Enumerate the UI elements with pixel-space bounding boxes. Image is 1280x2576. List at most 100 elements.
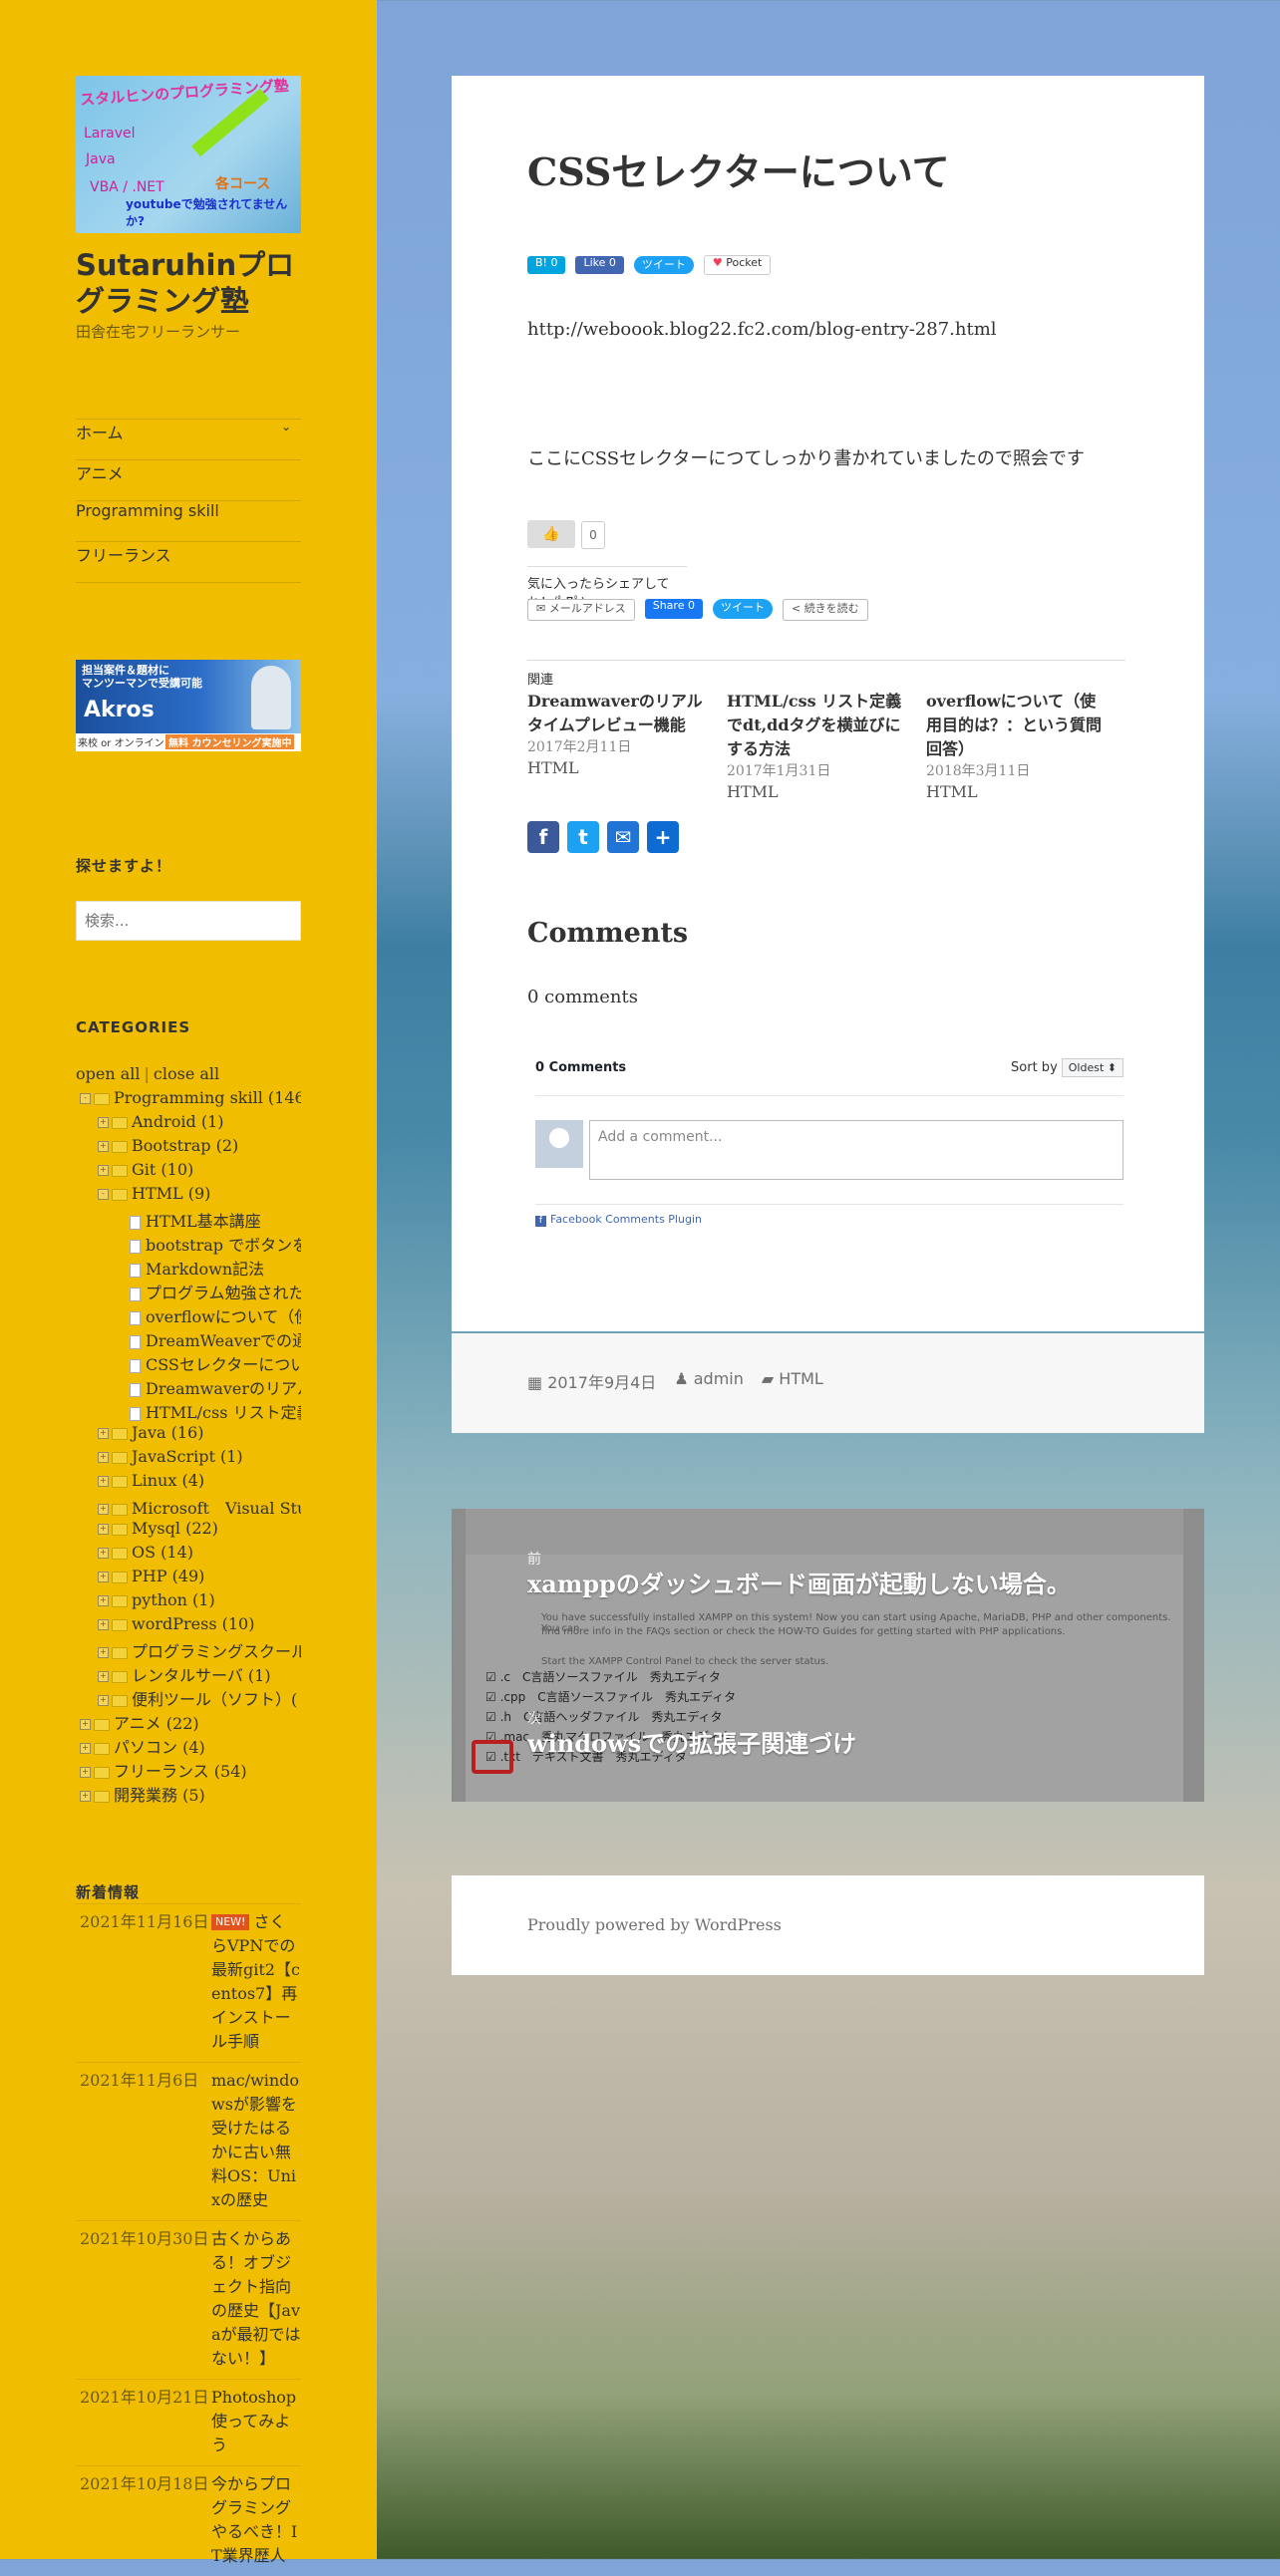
- expand-icon[interactable]: +: [98, 1524, 109, 1535]
- collapse-icon[interactable]: -: [98, 1189, 109, 1200]
- email-icon[interactable]: ✉: [607, 821, 639, 853]
- related-post-title[interactable]: overflowについて（使用目的は？：という質問回答）: [926, 690, 1106, 761]
- post-date[interactable]: ▦ 2017年9月4日: [527, 1369, 656, 1393]
- share-icon[interactable]: +: [647, 821, 679, 853]
- expand-icon[interactable]: +: [98, 1165, 109, 1176]
- category-item[interactable]: DreamWeaverでの通: [76, 1327, 301, 1351]
- category-item[interactable]: + アニメ (22): [76, 1710, 301, 1734]
- category-item[interactable]: + パソコン (4): [76, 1734, 301, 1758]
- fb-plugin-link[interactable]: f Facebook Comments Plugin: [535, 1204, 1123, 1227]
- category-item[interactable]: + Bootstrap (2): [76, 1136, 301, 1160]
- powered-by-link[interactable]: Proudly powered by WordPress: [527, 1915, 782, 1934]
- expand-icon[interactable]: +: [80, 1767, 91, 1778]
- category-item[interactable]: CSSセレクターについ: [76, 1351, 301, 1375]
- expand-icon[interactable]: +: [98, 1647, 109, 1658]
- open-all-link[interactable]: open all: [76, 1064, 141, 1083]
- related-post[interactable]: Dreamwaverのリアルタイムプレビュー機能 2017年2月11日 HTML: [527, 690, 707, 803]
- comment-input[interactable]: Add a comment...: [589, 1120, 1123, 1180]
- expand-icon[interactable]: +: [98, 1671, 109, 1682]
- expand-icon[interactable]: +: [98, 1476, 109, 1487]
- expand-icon[interactable]: +: [80, 1719, 91, 1730]
- facebook-like-button[interactable]: Like 0: [575, 256, 624, 274]
- expand-icon[interactable]: +: [98, 1572, 109, 1582]
- close-all-link[interactable]: close all: [154, 1064, 219, 1083]
- news-title-link[interactable]: Photoshop使ってみよう: [211, 2386, 301, 2457]
- tweet-button-bottom[interactable]: ツイート: [712, 599, 773, 619]
- category-item[interactable]: - Programming skill (146): [76, 1088, 301, 1112]
- category-item[interactable]: + プログラミングスクール: [76, 1638, 301, 1662]
- email-share-button[interactable]: ✉ メールアドレス: [527, 599, 635, 621]
- related-post[interactable]: overflowについて（使用目的は？：という質問回答） 2018年3月11日 …: [926, 690, 1106, 803]
- category-item[interactable]: + wordPress (10): [76, 1614, 301, 1638]
- category-item[interactable]: + フリーランス (54): [76, 1758, 301, 1782]
- collapse-icon[interactable]: -: [80, 1093, 91, 1104]
- twitter-icon[interactable]: t: [567, 821, 599, 853]
- expand-icon[interactable]: +: [98, 1504, 109, 1515]
- category-item[interactable]: overflowについて（使: [76, 1303, 301, 1327]
- category-item[interactable]: プログラム勉強された: [76, 1280, 301, 1303]
- expand-icon[interactable]: +: [80, 1743, 91, 1754]
- fb-sort-select[interactable]: Oldest ⬍: [1061, 1058, 1123, 1077]
- category-item[interactable]: Markdown記法: [76, 1256, 301, 1280]
- news-title-link[interactable]: mac/windowsが影響を受けたはるかに古い無料OS：Unixの歴史: [211, 2069, 301, 2212]
- post-category[interactable]: ▰ HTML: [762, 1369, 823, 1393]
- expand-icon[interactable]: +: [98, 1117, 109, 1128]
- post-author[interactable]: ♟ admin: [674, 1369, 744, 1393]
- category-item[interactable]: HTML基本講座: [76, 1208, 301, 1232]
- related-post-title[interactable]: HTML/css リスト定義でdt,ddタグを横並びにする方法: [727, 690, 906, 761]
- related-post[interactable]: HTML/css リスト定義でdt,ddタグを横並びにする方法 2017年1月3…: [727, 690, 906, 803]
- nav-item-anime[interactable]: アニメ: [76, 460, 301, 501]
- search-input[interactable]: [76, 901, 301, 941]
- nav-item-freelance[interactable]: フリーランス: [76, 542, 301, 583]
- expand-icon[interactable]: +: [98, 1141, 109, 1152]
- category-item[interactable]: + JavaScript (1): [76, 1447, 301, 1471]
- news-item[interactable]: 2021年11月16日 NEW! さくらVPNでの最新git2【centos7】再イ…: [76, 1903, 301, 2062]
- prev-post-link[interactable]: xamppのダッシュボード画面が起動しない場合。: [527, 1569, 1125, 1600]
- news-item[interactable]: 2021年10月18日 今からプログラミングやるべき！IT業界歴人: [76, 2465, 301, 2576]
- expand-icon[interactable]: +: [98, 1428, 109, 1439]
- facebook-icon[interactable]: f: [527, 821, 559, 853]
- hatena-bookmark-button[interactable]: B! 0: [527, 256, 566, 274]
- category-item[interactable]: + Android (1): [76, 1112, 301, 1136]
- category-item[interactable]: + レンタルサーバ (1): [76, 1662, 301, 1686]
- category-item[interactable]: + Microsoft Visual Stud: [76, 1495, 301, 1519]
- category-item[interactable]: - HTML (9): [76, 1184, 301, 1208]
- news-item[interactable]: 2021年10月21日 Photoshop使ってみよう: [76, 2379, 301, 2465]
- news-item[interactable]: 2021年10月30日 古くからある！オブジェクト指向の歴史【Javaが最初ではな…: [76, 2220, 301, 2379]
- facebook-share-button[interactable]: Share 0: [644, 599, 703, 619]
- category-item[interactable]: + 開発業務 (5): [76, 1782, 301, 1806]
- expand-icon[interactable]: +: [80, 1791, 91, 1802]
- expand-icon[interactable]: +: [98, 1452, 109, 1463]
- news-title-link[interactable]: NEW! さくらVPNでの最新git2【centos7】再インストール手順: [211, 1910, 301, 2054]
- like-button[interactable]: 👍: [527, 520, 575, 548]
- category-item[interactable]: + PHP (49): [76, 1567, 301, 1590]
- ad-banner-akros[interactable]: 担当案件＆題材に マンツーマンで受講可能 Akros 来校 or オンライン 無料…: [76, 660, 301, 751]
- chevron-down-icon[interactable]: ⌄: [281, 420, 291, 433]
- next-post-link[interactable]: windowsでの拡張子関連づけ: [527, 1728, 1125, 1760]
- category-item[interactable]: + 便利ツール（ソフト）(: [76, 1686, 301, 1710]
- news-title-link[interactable]: 今からプログラミングやるべき！IT業界歴人: [211, 2472, 301, 2568]
- post-url-text[interactable]: http://weboook.blog22.fc2.com/blog-entry…: [527, 319, 997, 340]
- category-item[interactable]: HTML/css リスト定義: [76, 1399, 301, 1423]
- expand-icon[interactable]: +: [98, 1695, 109, 1706]
- category-item[interactable]: + Git (10): [76, 1160, 301, 1184]
- category-item[interactable]: + Mysql (22): [76, 1519, 301, 1543]
- related-post-title[interactable]: Dreamwaverのリアルタイムプレビュー機能: [527, 690, 707, 737]
- category-item[interactable]: + Linux (4): [76, 1471, 301, 1495]
- news-item[interactable]: 2021年11月6日 mac/windowsが影響を受けたはるかに古い無料OS：U…: [76, 2062, 301, 2220]
- more-share-button[interactable]: < 続きを読む: [782, 599, 868, 621]
- tweet-button[interactable]: ツイート: [633, 256, 694, 274]
- category-item[interactable]: bootstrap でボタンを: [76, 1232, 301, 1256]
- site-logo[interactable]: スタルヒンのプログラミング塾 Laravel Java VBA / .NET 各…: [76, 76, 301, 233]
- expand-icon[interactable]: +: [98, 1548, 109, 1559]
- category-item[interactable]: + python (1): [76, 1590, 301, 1614]
- category-item[interactable]: + Java (16): [76, 1423, 301, 1447]
- category-item[interactable]: + OS (14): [76, 1543, 301, 1567]
- expand-icon[interactable]: +: [98, 1595, 109, 1606]
- nav-item-programming-skill[interactable]: Programming skill: [76, 501, 301, 542]
- news-title-link[interactable]: 古くからある！オブジェクト指向の歴史【Javaが最初ではない！】: [211, 2227, 301, 2371]
- site-title[interactable]: Sutaruhinプログラミング塾: [76, 247, 315, 319]
- nav-item-home[interactable]: ホーム ⌄: [76, 420, 301, 460]
- pocket-button[interactable]: ♥ Pocket: [703, 255, 772, 275]
- category-item[interactable]: Dreamwaverのリアル: [76, 1375, 301, 1399]
